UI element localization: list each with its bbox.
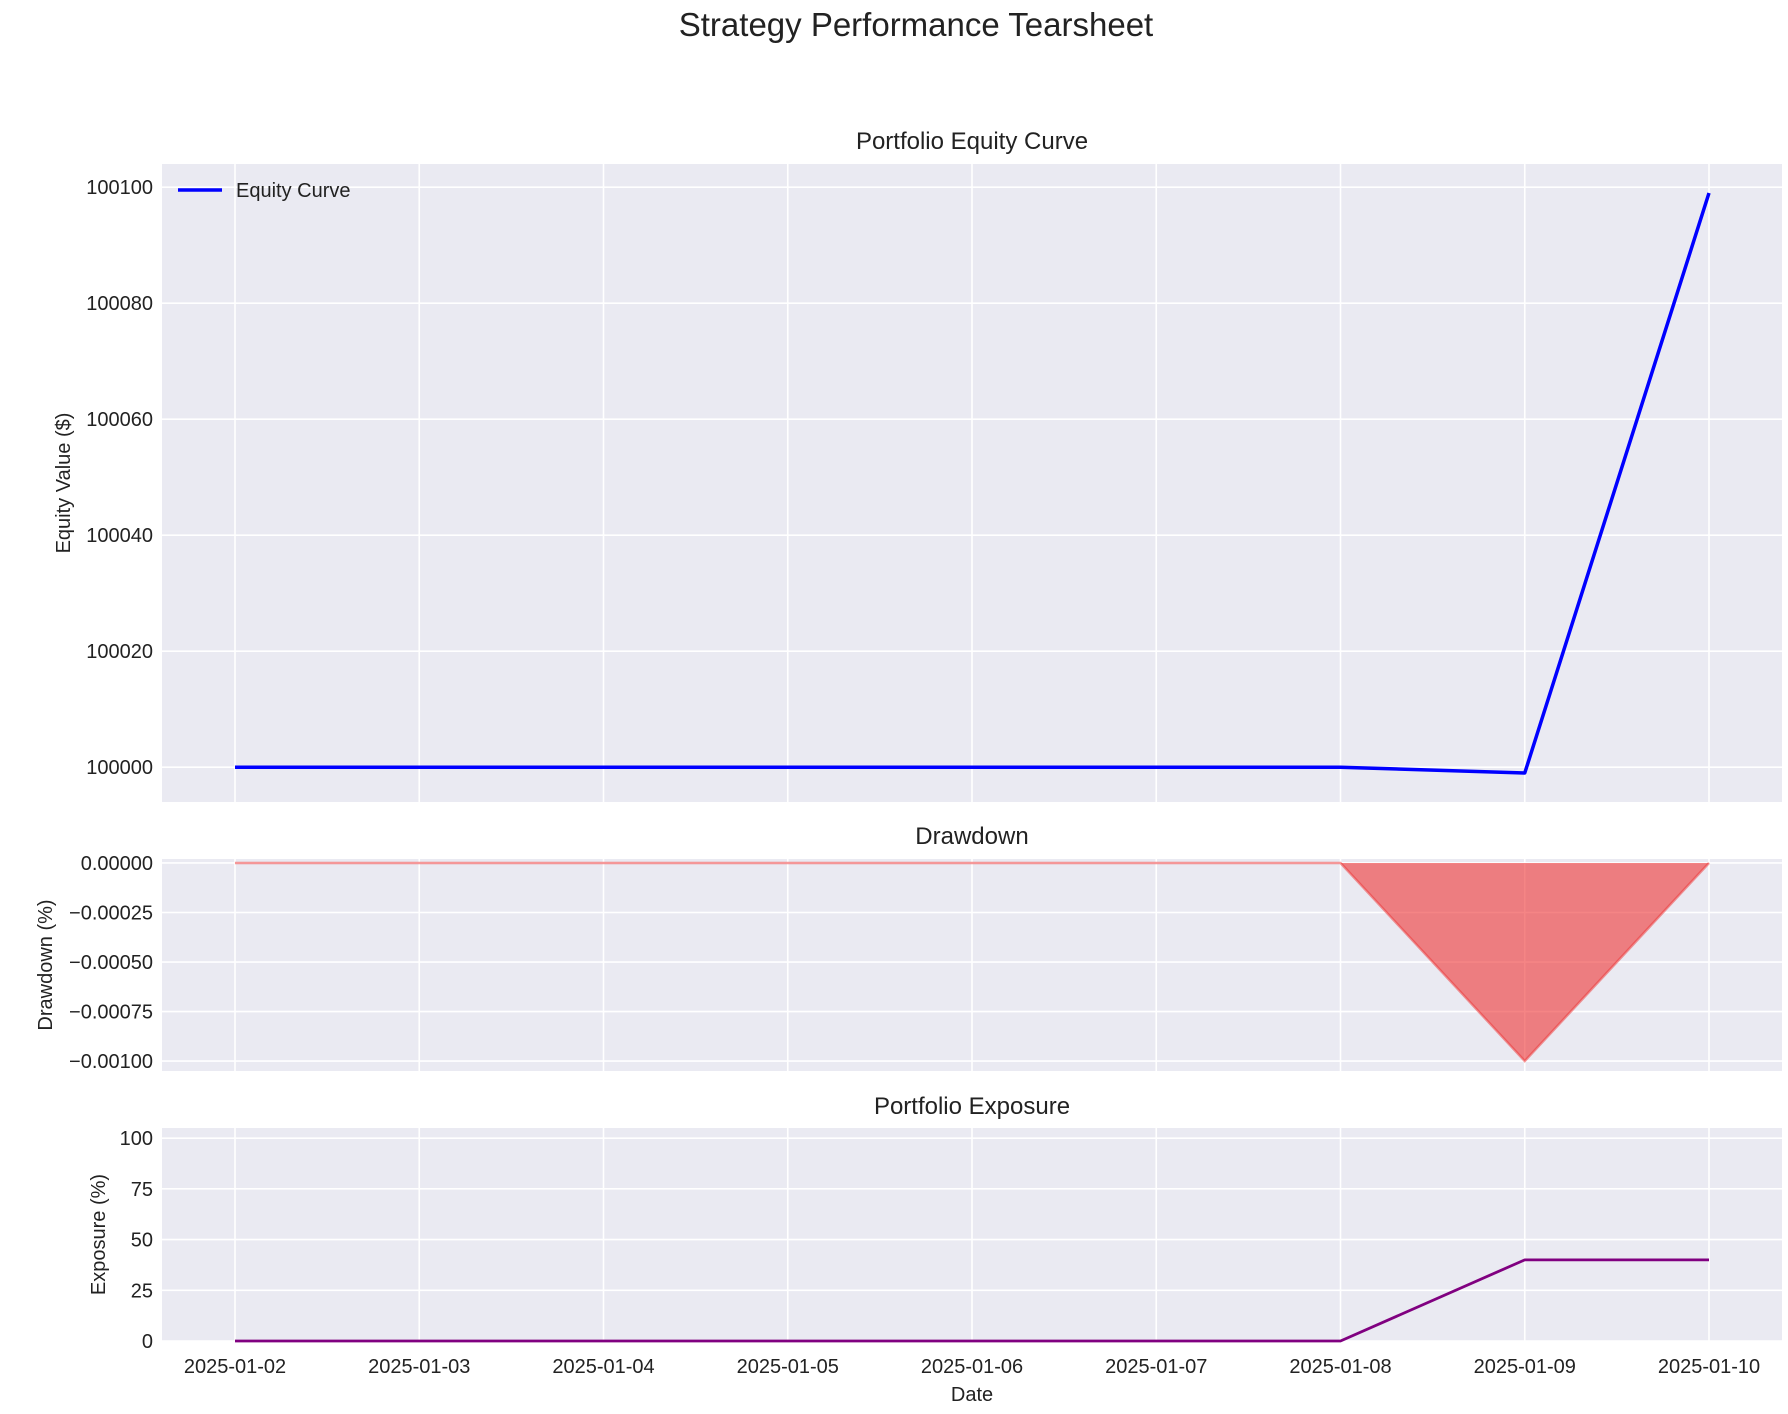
panel-3-xtick-label: 2025-01-03: [368, 1356, 470, 1378]
panel-1-ytick-label: 100080: [86, 293, 153, 315]
panel-3-ytick-label: 0: [142, 1331, 153, 1353]
panel-3-xtick-label: 2025-01-05: [737, 1356, 839, 1378]
tearsheet-figure: Strategy Performance Tearsheet 100000100…: [0, 0, 1788, 1414]
panel-2-data-point: [786, 861, 789, 864]
panel-1-legend-label: Equity Curve: [236, 180, 351, 202]
panel-3-data-point: [786, 1340, 789, 1343]
panel-1-data-point: [1339, 766, 1342, 769]
panel-3-ytick-label: 100: [120, 1128, 153, 1150]
panel-3-data-point: [234, 1340, 237, 1343]
panel-3-xtick-label: 2025-01-10: [1658, 1356, 1760, 1378]
panel-3-data-point: [971, 1340, 974, 1343]
panel-2-ytick-label: −0.00075: [69, 1002, 153, 1024]
panel-3-xtick-label: 2025-01-09: [1474, 1356, 1576, 1378]
panel-3-xtick-label: 2025-01-08: [1289, 1356, 1391, 1378]
panel-1-data-point: [971, 766, 974, 769]
panel-3-title: Portfolio Exposure: [874, 1093, 1070, 1120]
panel-1-data-point: [786, 766, 789, 769]
panel-3-data-point: [418, 1340, 421, 1343]
panel-2-ytick-label: −0.00100: [69, 1051, 153, 1073]
panel-3-xtick-label: 2025-01-06: [921, 1356, 1023, 1378]
panel-1-data-point: [602, 766, 605, 769]
panel-1-ytick-label: 100100: [86, 177, 153, 199]
panel-3-ytick-label: 75: [131, 1179, 153, 1201]
panel-1-group: 100000 100020 100040 100060 100080 100100 Port…: [53, 128, 1782, 802]
panel-1-ytick-label: 100020: [86, 641, 153, 663]
panel-3-xlabel: Date: [951, 1384, 993, 1406]
panel-3-data-point: [1523, 1258, 1526, 1261]
panel-2-group: 0.00000 −0.00025 −0.00050 −0.00075 −0.00100 D…: [35, 823, 1782, 1073]
panel-3-ylabel: Exposure (%): [88, 1174, 110, 1295]
panel-2-ytick-label: −0.00050: [69, 952, 153, 974]
panel-2-ytick-label: 0.00000: [81, 853, 153, 875]
panel-2-ytick-label: −0.00025: [69, 902, 153, 924]
panel-3-ytick-label: 50: [131, 1230, 153, 1252]
panel-2-data-point: [1523, 1060, 1526, 1063]
panel-3-xtick-label: 2025-01-04: [552, 1356, 654, 1378]
panel-3-xtick-label: 2025-01-02: [184, 1356, 286, 1378]
panel-3-data-point: [1155, 1340, 1158, 1343]
panel-3-data-point: [1708, 1258, 1711, 1261]
panel-1-data-point: [418, 766, 421, 769]
panel-1-data-point: [1523, 772, 1526, 775]
panel-3-ytick-label: 25: [131, 1280, 153, 1302]
panel-1-data-point: [1708, 192, 1711, 195]
panel-2-data-point: [602, 861, 605, 864]
panel-1-title: Portfolio Equity Curve: [856, 128, 1088, 155]
panel-1-data-point: [234, 766, 237, 769]
panel-3-xtick-label: 2025-01-07: [1105, 1356, 1207, 1378]
panel-2-data-point: [1339, 861, 1342, 864]
panel-2-data-point: [971, 861, 974, 864]
panel-3-data-point: [602, 1340, 605, 1343]
panel-1-ytick-label: 100000: [86, 757, 153, 779]
panel-2-data-point: [1155, 861, 1158, 864]
panel-1-ylabel: Equity Value ($): [53, 413, 75, 554]
panel-2-data-point: [418, 861, 421, 864]
figure-title: Strategy Performance Tearsheet: [679, 6, 1153, 43]
panel-1-ytick-label: 100040: [86, 525, 153, 547]
panel-2-title: Drawdown: [915, 823, 1028, 850]
panel-1-ytick-label: 100060: [86, 409, 153, 431]
panel-1-data-point: [1155, 766, 1158, 769]
panel-2-data-point: [234, 861, 237, 864]
panel-2-data-point: [1708, 861, 1711, 864]
panel-3-data-point: [1339, 1340, 1342, 1343]
panel-2-ylabel: Drawdown (%): [35, 899, 57, 1030]
